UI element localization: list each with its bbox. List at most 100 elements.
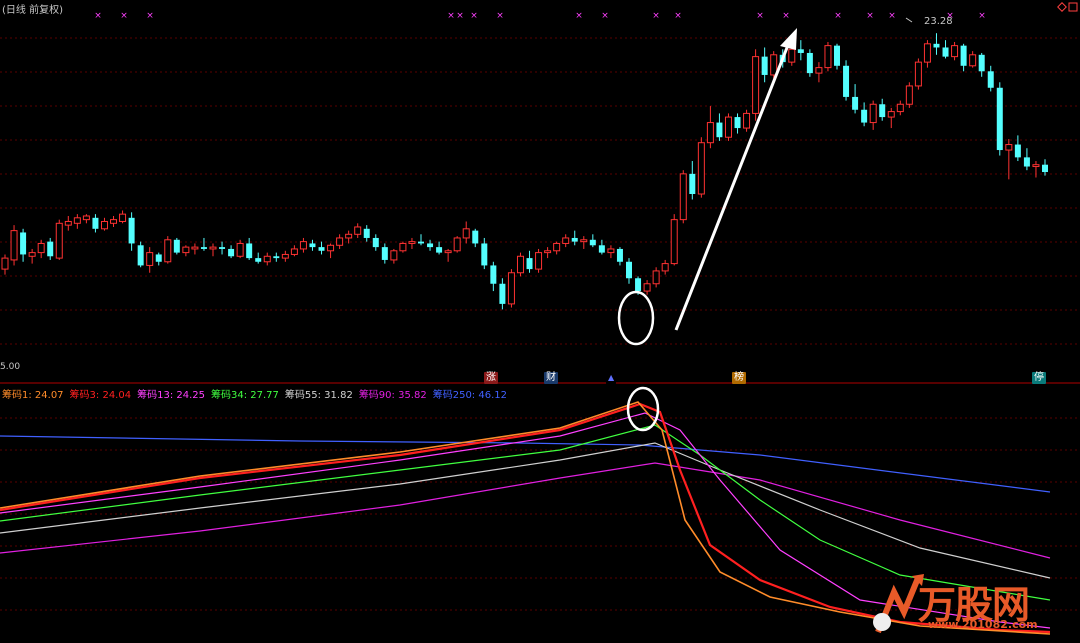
signal-marker: × xyxy=(120,11,128,21)
candle xyxy=(1042,159,1048,176)
candle xyxy=(670,214,678,266)
candle xyxy=(200,237,207,251)
candle xyxy=(119,210,127,224)
candle xyxy=(752,49,760,121)
candle xyxy=(490,261,497,292)
candle xyxy=(869,100,877,130)
signal-marker: × xyxy=(978,11,986,21)
event-tag-ting[interactable]: 停 xyxy=(1032,372,1046,384)
candle xyxy=(390,248,398,264)
watermark-logo-icon xyxy=(873,574,924,634)
candles xyxy=(1,33,1048,310)
candle xyxy=(661,259,669,275)
candle xyxy=(553,241,561,255)
candle xyxy=(453,236,461,253)
square-icon[interactable] xyxy=(1068,2,1078,12)
signal-marker: × xyxy=(496,11,504,21)
legend-chip55: 筹码55: 31.82 xyxy=(284,390,353,401)
signal-marker: × xyxy=(146,11,154,21)
candle xyxy=(499,278,506,310)
price-axis-label: 5.00 xyxy=(0,362,21,372)
candle xyxy=(716,113,723,141)
watermark-url: www.201082.com xyxy=(928,618,1038,631)
kline-chart[interactable]: × × × × × × × × × × × × × × × × × × xyxy=(0,0,1080,643)
legend-chip3: 筹码3: 24.04 xyxy=(69,390,132,401)
candle xyxy=(37,239,45,259)
candle xyxy=(887,107,895,129)
candle xyxy=(110,215,118,227)
signal-marker: × xyxy=(782,11,790,21)
candle xyxy=(219,241,226,255)
candle xyxy=(444,248,452,262)
diamond-icon[interactable] xyxy=(1057,2,1067,12)
candle xyxy=(436,241,443,255)
candle xyxy=(535,248,543,273)
signal-marker: × xyxy=(601,11,609,21)
signal-marker: × xyxy=(447,11,455,21)
candle xyxy=(236,239,244,259)
candle xyxy=(472,228,479,248)
candle xyxy=(987,65,994,92)
event-tag-arrow[interactable]: ▲ xyxy=(606,372,617,384)
candle xyxy=(182,245,190,257)
candle xyxy=(978,52,985,77)
candle xyxy=(173,237,180,255)
candle xyxy=(299,237,307,253)
candle xyxy=(47,237,54,260)
candle xyxy=(571,230,578,246)
candle xyxy=(589,234,596,248)
legend-chip13: 筹码13: 24.25 xyxy=(137,390,205,401)
candle xyxy=(743,109,751,132)
candle xyxy=(697,137,705,198)
candle xyxy=(309,239,316,251)
candle xyxy=(689,161,696,200)
candle xyxy=(797,40,804,61)
legend-chip90: 筹码90: 35.82 xyxy=(358,390,427,401)
event-tag-cai[interactable]: 财 xyxy=(544,372,558,384)
chart-title: (日线 前复权) xyxy=(2,5,63,16)
candle xyxy=(354,223,362,238)
candle xyxy=(82,214,90,224)
candle xyxy=(607,245,615,259)
candle xyxy=(92,214,99,233)
legend-chip34: 筹码34: 27.77 xyxy=(211,390,279,401)
candle xyxy=(761,47,768,83)
candle xyxy=(616,247,623,266)
candle xyxy=(815,62,823,83)
candle xyxy=(598,239,605,255)
candle xyxy=(1023,148,1030,171)
candle xyxy=(914,58,922,90)
signal-marker: × xyxy=(652,11,660,21)
candle xyxy=(100,217,108,231)
event-tag-bang[interactable]: 榜 xyxy=(732,372,746,384)
candle xyxy=(806,49,813,77)
candle xyxy=(1014,135,1021,162)
candle xyxy=(263,252,271,266)
candle xyxy=(960,43,967,72)
candle xyxy=(381,243,388,264)
candle xyxy=(20,228,27,262)
signal-marker: × xyxy=(866,11,874,21)
candle xyxy=(643,280,651,295)
candle xyxy=(137,241,144,268)
candle xyxy=(562,234,570,248)
signal-marker: × xyxy=(575,11,583,21)
candle xyxy=(55,219,63,260)
candle xyxy=(652,267,660,288)
candle xyxy=(155,252,162,266)
candle xyxy=(1005,139,1013,180)
candle xyxy=(191,243,199,255)
signal-marker: × xyxy=(94,11,102,21)
signal-marker: × xyxy=(834,11,842,21)
candle xyxy=(336,234,344,249)
event-tag-zhang[interactable]: 涨 xyxy=(484,372,498,384)
candle xyxy=(255,252,262,264)
signal-marker: × xyxy=(456,11,464,21)
candle xyxy=(951,41,959,61)
candle xyxy=(824,41,832,72)
candle xyxy=(1032,161,1040,178)
watermark: 万股网 www.201082.com xyxy=(868,572,1058,638)
candle xyxy=(164,236,172,264)
indicator-legend: 筹码1: 24.07 筹码3: 24.04 筹码13: 24.25 筹码34: 27.… xyxy=(2,386,513,401)
candle xyxy=(427,239,434,251)
